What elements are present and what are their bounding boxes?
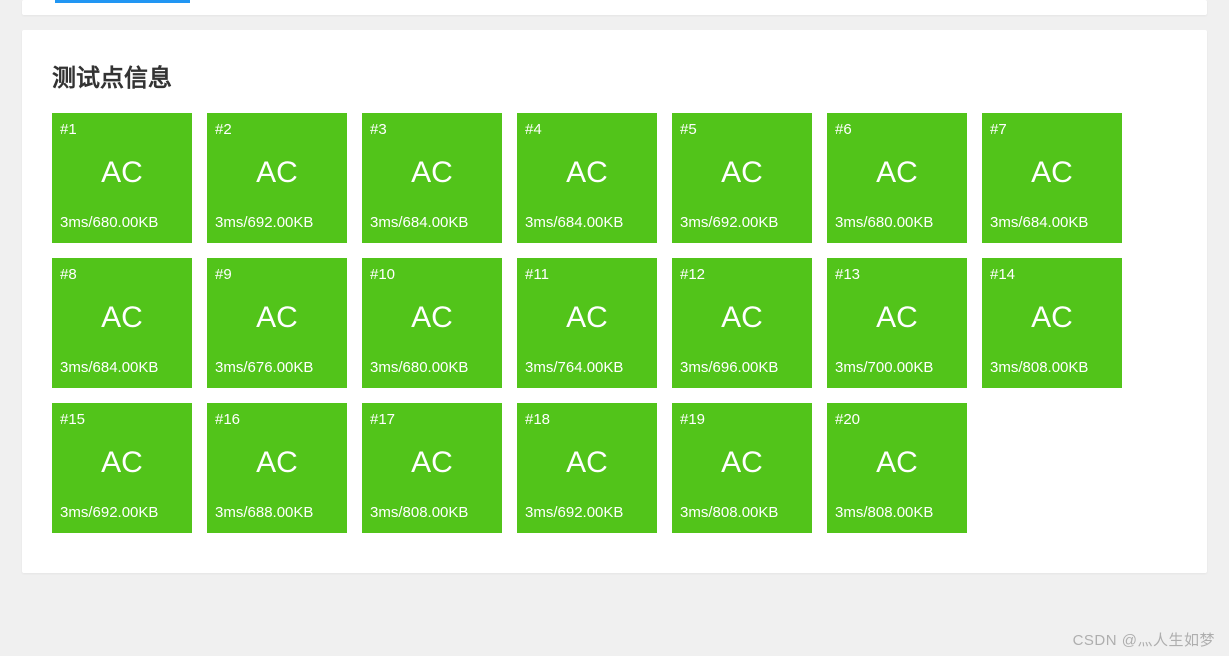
test-status: AC	[525, 132, 649, 214]
watermark: CSDN @灬人生如梦	[1073, 629, 1215, 650]
test-tile[interactable]: #8AC3ms/684.00KB	[52, 258, 192, 388]
test-meta: 3ms/684.00KB	[60, 359, 184, 376]
test-meta: 3ms/692.00KB	[680, 214, 804, 231]
test-tile[interactable]: #13AC3ms/700.00KB	[827, 258, 967, 388]
test-status: AC	[835, 277, 959, 359]
test-tile[interactable]: #7AC3ms/684.00KB	[982, 113, 1122, 243]
test-tile[interactable]: #11AC3ms/764.00KB	[517, 258, 657, 388]
active-tab-indicator	[55, 0, 190, 3]
test-tile[interactable]: #10AC3ms/680.00KB	[362, 258, 502, 388]
test-status: AC	[680, 422, 804, 504]
test-tile[interactable]: #16AC3ms/688.00KB	[207, 403, 347, 533]
test-status: AC	[370, 422, 494, 504]
test-tile[interactable]: #15AC3ms/692.00KB	[52, 403, 192, 533]
test-meta: 3ms/684.00KB	[370, 214, 494, 231]
test-status: AC	[215, 277, 339, 359]
test-info-card: 测试点信息 #1AC3ms/680.00KB#2AC3ms/692.00KB#3…	[22, 30, 1207, 573]
test-meta: 3ms/684.00KB	[990, 214, 1114, 231]
test-tile[interactable]: #5AC3ms/692.00KB	[672, 113, 812, 243]
test-meta: 3ms/808.00KB	[680, 504, 804, 521]
test-status: AC	[525, 422, 649, 504]
test-meta: 3ms/692.00KB	[525, 504, 649, 521]
test-status: AC	[60, 277, 184, 359]
test-status: AC	[990, 277, 1114, 359]
test-tile[interactable]: #18AC3ms/692.00KB	[517, 403, 657, 533]
test-meta: 3ms/692.00KB	[60, 504, 184, 521]
test-tile[interactable]: #20AC3ms/808.00KB	[827, 403, 967, 533]
test-tile[interactable]: #6AC3ms/680.00KB	[827, 113, 967, 243]
test-meta: 3ms/680.00KB	[370, 359, 494, 376]
test-meta: 3ms/808.00KB	[370, 504, 494, 521]
test-meta: 3ms/696.00KB	[680, 359, 804, 376]
test-status: AC	[370, 277, 494, 359]
test-status: AC	[215, 132, 339, 214]
test-status: AC	[835, 422, 959, 504]
test-status: AC	[680, 277, 804, 359]
test-status: AC	[835, 132, 959, 214]
test-status: AC	[525, 277, 649, 359]
test-tile[interactable]: #19AC3ms/808.00KB	[672, 403, 812, 533]
test-meta: 3ms/700.00KB	[835, 359, 959, 376]
test-tile[interactable]: #12AC3ms/696.00KB	[672, 258, 812, 388]
test-tile[interactable]: #3AC3ms/684.00KB	[362, 113, 502, 243]
test-status: AC	[60, 422, 184, 504]
test-tile[interactable]: #17AC3ms/808.00KB	[362, 403, 502, 533]
test-meta: 3ms/808.00KB	[990, 359, 1114, 376]
top-tab-bar	[22, 0, 1207, 15]
test-tile[interactable]: #14AC3ms/808.00KB	[982, 258, 1122, 388]
test-meta: 3ms/692.00KB	[215, 214, 339, 231]
section-title: 测试点信息	[52, 58, 1177, 93]
test-tile[interactable]: #1AC3ms/680.00KB	[52, 113, 192, 243]
test-meta: 3ms/680.00KB	[835, 214, 959, 231]
test-status: AC	[680, 132, 804, 214]
test-status: AC	[990, 132, 1114, 214]
test-status: AC	[60, 132, 184, 214]
test-status: AC	[215, 422, 339, 504]
test-tile[interactable]: #4AC3ms/684.00KB	[517, 113, 657, 243]
test-tile[interactable]: #2AC3ms/692.00KB	[207, 113, 347, 243]
test-tile[interactable]: #9AC3ms/676.00KB	[207, 258, 347, 388]
test-meta: 3ms/808.00KB	[835, 504, 959, 521]
test-meta: 3ms/764.00KB	[525, 359, 649, 376]
test-meta: 3ms/684.00KB	[525, 214, 649, 231]
test-meta: 3ms/688.00KB	[215, 504, 339, 521]
test-status: AC	[370, 132, 494, 214]
test-meta: 3ms/680.00KB	[60, 214, 184, 231]
test-grid: #1AC3ms/680.00KB#2AC3ms/692.00KB#3AC3ms/…	[52, 113, 1177, 533]
test-meta: 3ms/676.00KB	[215, 359, 339, 376]
